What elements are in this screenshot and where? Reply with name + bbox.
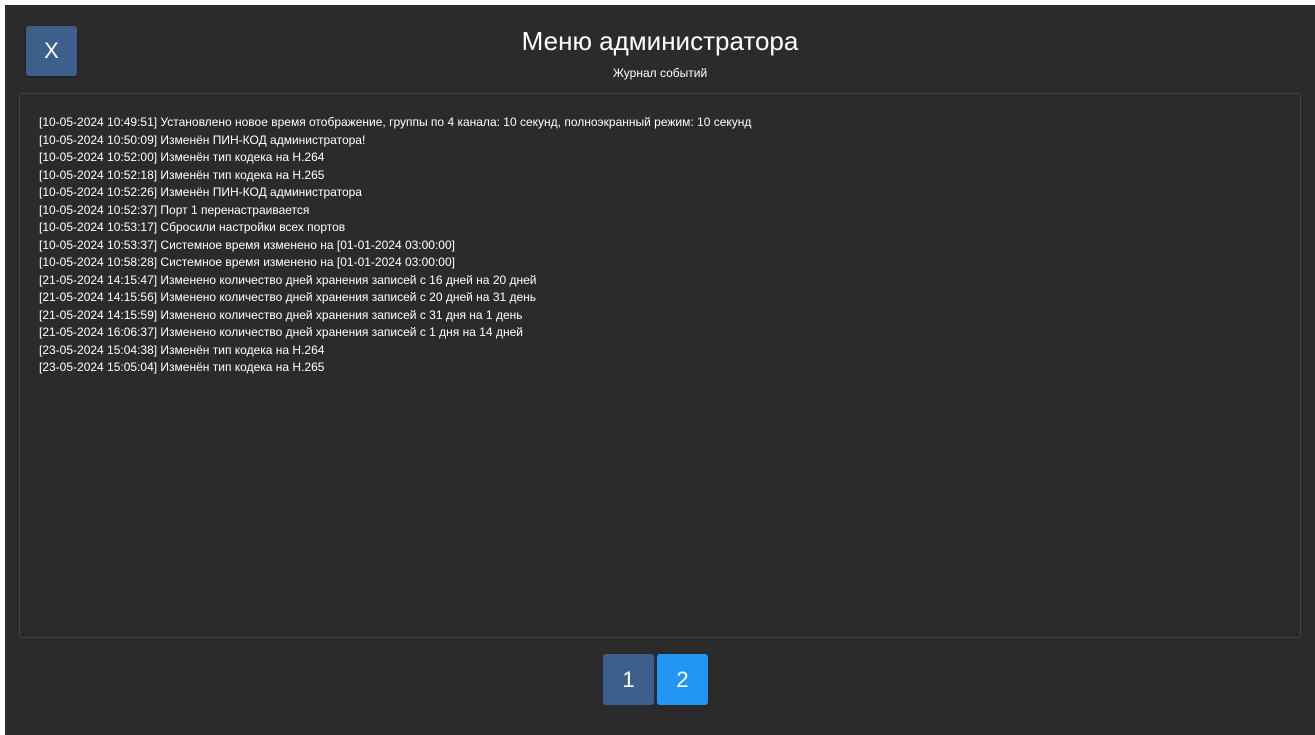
event-log-panel[interactable]: [10-05-2024 10:49:51] Установлено новое … bbox=[19, 93, 1301, 638]
page-button-1[interactable]: 1 bbox=[603, 654, 654, 705]
log-entry: [10-05-2024 10:53:37] Системное время из… bbox=[39, 237, 455, 252]
log-entry: [10-05-2024 10:53:17] Сбросили настройки… bbox=[39, 220, 346, 234]
log-entry: [10-05-2024 10:52:37] Порт 1 перенастраи… bbox=[39, 202, 310, 217]
page-subtitle: Журнал событий bbox=[612, 66, 708, 80]
log-entry: [21-05-2024 14:15:56] Изменено количеств… bbox=[39, 290, 537, 304]
log-entry: [23-05-2024 15:04:38] Изменён тип кодека… bbox=[39, 342, 325, 357]
log-entry: [10-05-2024 10:58:28] Системное время из… bbox=[39, 255, 455, 269]
log-entry: [21-05-2024 14:15:59] Изменено количеств… bbox=[39, 307, 523, 322]
log-entry: [10-05-2024 10:49:51] Установлено новое … bbox=[39, 115, 752, 129]
log-entry: [10-05-2024 10:50:09] Изменён ПИН-КОД ад… bbox=[39, 132, 366, 147]
log-entry: [10-05-2024 10:52:00] Изменён тип кодека… bbox=[39, 150, 325, 164]
log-entry: [10-05-2024 10:52:26] Изменён ПИН-КОД ад… bbox=[39, 185, 362, 199]
log-entry: [21-05-2024 16:06:37] Изменено количеств… bbox=[39, 325, 523, 339]
log-entry: [21-05-2024 14:15:47] Изменено количеств… bbox=[39, 272, 537, 287]
pagination: 1 2 bbox=[603, 654, 708, 705]
page-button-2[interactable]: 2 bbox=[657, 654, 708, 705]
log-entry: [23-05-2024 15:05:04] Изменён тип кодека… bbox=[39, 360, 325, 374]
log-entry: [10-05-2024 10:52:18] Изменён тип кодека… bbox=[39, 167, 325, 182]
admin-menu-screen: X Меню администратора Журнал событий [10… bbox=[5, 5, 1315, 735]
page-title: Меню администратора bbox=[521, 26, 799, 56]
